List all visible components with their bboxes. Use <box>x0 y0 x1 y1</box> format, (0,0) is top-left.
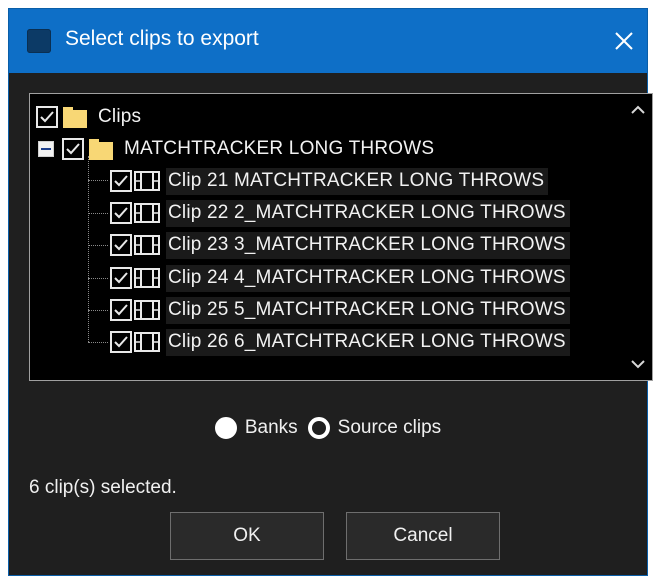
tree-line <box>88 245 108 246</box>
chevron-up-icon <box>631 105 645 114</box>
clip-checkbox[interactable] <box>110 202 132 224</box>
tree-row-clip[interactable]: Clip 24 4_MATCHTRACKER LONG THROWS <box>110 263 570 293</box>
radio-label-banks: Banks <box>244 417 298 438</box>
vertical-scrollbar[interactable] <box>624 94 652 380</box>
tree-line <box>88 278 108 279</box>
clip-label: Clip 24 4_MATCHTRACKER LONG THROWS <box>166 264 570 292</box>
group-checkbox[interactable] <box>62 138 84 160</box>
tree-line <box>88 156 89 342</box>
tree-row-clip[interactable]: Clip 25 5_MATCHTRACKER LONG THROWS <box>110 295 570 325</box>
scroll-up-button[interactable] <box>624 96 652 124</box>
tree-row-clip[interactable]: Clip 26 6_MATCHTRACKER LONG THROWS <box>110 327 570 357</box>
chevron-down-icon <box>631 360 645 369</box>
film-icon <box>134 299 160 321</box>
radio-banks[interactable]: Banks <box>214 417 298 439</box>
clip-checkbox[interactable] <box>110 331 132 353</box>
clip-tree[interactable]: Clips MATCHTRACKER LONG THROWS Clip 21 M… <box>29 93 653 381</box>
tree-line <box>88 180 108 181</box>
ok-button[interactable]: OK <box>170 512 324 560</box>
radio-indicator-source-clips[interactable] <box>307 417 330 439</box>
folder-icon <box>62 104 88 130</box>
scroll-down-button[interactable] <box>624 350 652 378</box>
clip-label: Clip 25 5_MATCHTRACKER LONG THROWS <box>166 296 570 324</box>
clip-label: Clip 22 2_MATCHTRACKER LONG THROWS <box>166 199 570 227</box>
film-icon <box>134 234 160 256</box>
export-mode-group: Banks Source clips <box>9 417 647 439</box>
film-icon <box>134 331 160 353</box>
close-button[interactable] <box>601 9 647 73</box>
tree-row-group[interactable]: MATCHTRACKER LONG THROWS <box>38 134 439 164</box>
close-icon <box>615 32 633 50</box>
clip-label: Clip 21 MATCHTRACKER LONG THROWS <box>166 167 549 195</box>
window-title: Select clips to export <box>65 27 259 50</box>
tree-line <box>88 213 108 214</box>
tree-label-group: MATCHTRACKER LONG THROWS <box>122 135 439 163</box>
tree-row-clip[interactable]: Clip 22 2_MATCHTRACKER LONG THROWS <box>110 198 570 228</box>
film-icon <box>134 170 160 192</box>
radio-indicator-banks[interactable] <box>214 417 237 439</box>
film-icon <box>134 202 160 224</box>
tree-row-root[interactable]: Clips <box>36 102 146 132</box>
export-dialog: Select clips to export Clips MATCHTRACKE… <box>8 8 653 576</box>
collapse-toggle[interactable] <box>38 141 54 157</box>
tree-label-root: Clips <box>96 103 146 131</box>
title-bar: Select clips to export <box>9 9 647 73</box>
cancel-button[interactable]: Cancel <box>346 512 500 560</box>
clip-label: Clip 23 3_MATCHTRACKER LONG THROWS <box>166 231 570 259</box>
selection-status: 6 clip(s) selected. <box>29 477 177 498</box>
tree-line <box>88 310 108 311</box>
tree-row-clip[interactable]: Clip 23 3_MATCHTRACKER LONG THROWS <box>110 230 570 260</box>
clip-checkbox[interactable] <box>110 234 132 256</box>
tree-row-clip[interactable]: Clip 21 MATCHTRACKER LONG THROWS <box>110 166 549 196</box>
radio-source-clips[interactable]: Source clips <box>307 417 442 439</box>
clip-checkbox[interactable] <box>110 267 132 289</box>
radio-label-source-clips: Source clips <box>337 417 442 438</box>
film-icon <box>134 267 160 289</box>
tree-line <box>88 342 108 343</box>
app-icon <box>27 29 51 53</box>
folder-icon <box>88 136 114 162</box>
clip-label: Clip 26 6_MATCHTRACKER LONG THROWS <box>166 328 570 356</box>
clip-checkbox[interactable] <box>110 299 132 321</box>
root-checkbox[interactable] <box>36 106 58 128</box>
clip-checkbox[interactable] <box>110 170 132 192</box>
